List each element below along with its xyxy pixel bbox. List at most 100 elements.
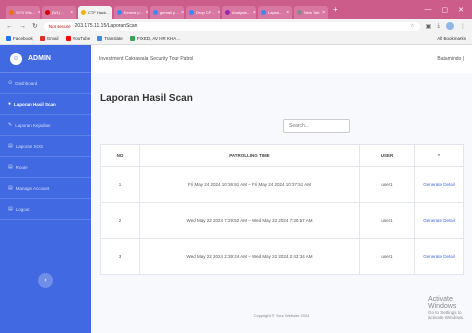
tab-label: New Tab [304, 10, 320, 15]
star-icon[interactable]: ☆ [410, 23, 414, 29]
profile-avatar[interactable] [446, 22, 454, 30]
close-tab-icon[interactable]: × [217, 10, 220, 16]
close-tab-icon[interactable]: × [181, 10, 184, 16]
sidebar-menu: ⊙ Dashboard ● Laporan Hasil Scan ✎ Laporan Ke… [0, 73, 91, 220]
sidebar-item-laporan-sos[interactable]: ▤ Laporan SOS [0, 136, 91, 157]
browser-tab[interactable]: SYS Wis… × [6, 6, 40, 19]
window-controls: — ▢ ✕ [425, 6, 472, 14]
extensions-icon[interactable]: ▣ [426, 23, 432, 30]
topbar: Investment Cakrawala Security Tour Patro… [91, 45, 472, 73]
not-secure-badge[interactable]: Not secure [49, 24, 71, 29]
cell-patrolling-time: Wed May 22 2024 7:29:52 AM – Wed May 22 … [139, 202, 360, 239]
cell-no: 2 [100, 202, 140, 239]
footer-copyright: Copyright © Your Website 2024 [253, 313, 310, 318]
browser-tab[interactable]: Lapsa… × [258, 6, 292, 19]
dashboard-icon: ⊙ [8, 80, 13, 86]
sidebar-item-laporan-hasil-scan[interactable]: ● Laporan Hasil Scan [0, 94, 91, 115]
sidebar-item-label: Laporan Hasil Scan [14, 101, 56, 107]
cell-user: user1 [359, 238, 415, 275]
tab-favicon-icon [81, 10, 86, 15]
cell-patrolling-time: Wed May 22 2024 2:39:24 AM – Wed May 22 … [139, 238, 360, 275]
close-tab-icon[interactable]: × [322, 10, 325, 16]
sidebar-brand[interactable]: ☺ ADMIN [0, 45, 91, 73]
browser-tab[interactable]: (5/1)… × [42, 6, 76, 19]
bookmark-item[interactable]: FIXED, AV HR KHA… [129, 36, 181, 41]
sidebar-toggle-button[interactable]: ‹ [38, 273, 53, 288]
logout-icon: ▤ [8, 206, 13, 212]
generate-detail-link[interactable]: Generate Detail [423, 218, 455, 223]
menu-icon[interactable]: ⋮ [460, 23, 466, 30]
address-bar[interactable]: Not secure 203.175.11.15/LaporanScan ☆ [43, 21, 420, 31]
bookmarks-bar: Facebook Gmail YouTube Translate FIXED, AV H… [0, 33, 472, 45]
account-icon: ▤ [8, 185, 13, 191]
browser-tab[interactable]: Kenesi p… × [114, 6, 148, 19]
tab-favicon-icon [225, 10, 230, 15]
sos-icon: ▤ [8, 143, 13, 149]
bookmark-favicon-icon [97, 36, 103, 41]
sidebar-item-route[interactable]: ▤ Route [0, 157, 91, 178]
close-tab-icon[interactable]: × [146, 10, 148, 16]
cell-no: 1 [100, 166, 140, 203]
main-content: Laporan Hasil Scan Search... NO PATROLLI… [91, 73, 472, 333]
close-window-icon[interactable]: ✕ [458, 6, 464, 14]
column-header-no[interactable]: NO [100, 144, 140, 167]
browser-tab[interactable]: gemail p… × [150, 6, 184, 19]
tab-label: Analysis… [232, 10, 251, 15]
bookmark-item[interactable]: Facebook [6, 36, 33, 41]
back-icon[interactable]: ← [6, 23, 13, 30]
tab-label: Drop CP… [196, 10, 216, 15]
bookmark-item[interactable]: Translate [97, 36, 123, 41]
minimize-icon[interactable]: — [425, 6, 432, 14]
tab-favicon-icon [9, 10, 14, 15]
column-header-user[interactable]: USER [359, 144, 415, 167]
all-bookmarks[interactable]: All Bookmarks [437, 36, 466, 41]
close-tab-icon[interactable]: × [70, 10, 73, 16]
cell-no: 3 [100, 238, 140, 275]
sidebar-item-label: Laporan SOS [15, 143, 44, 149]
sidebar-item-logout[interactable]: ▤ Logout [0, 199, 91, 220]
browser-tab[interactable]: CTF Hack…× [78, 6, 112, 19]
close-tab-icon[interactable]: × [38, 10, 40, 16]
table-row: 1 Fri May 24 2024 10:36:91 AM – Fri May 2… [100, 166, 464, 203]
page-title: Laporan Hasil Scan [100, 93, 193, 104]
sidebar-item-label: Route [15, 164, 28, 170]
bookmark-label: Gmail [46, 36, 59, 41]
column-header-patrolling-time[interactable]: PATROLLING TIME [139, 144, 360, 167]
reload-icon[interactable]: ↻ [32, 22, 38, 30]
search-input[interactable]: Search... [283, 119, 350, 133]
table-header-row: NO PATROLLING TIME USER * [100, 144, 464, 167]
tab-label: CTF Hack… [88, 10, 110, 15]
bookmark-favicon-icon [129, 36, 135, 41]
table-row: 3 Wed May 22 2024 2:39:24 AM – Wed May 22… [100, 238, 464, 275]
generate-detail-link[interactable]: Generate Detail [423, 254, 455, 259]
watermark-title: Activate Windows [428, 296, 457, 310]
new-tab-button[interactable]: + [333, 5, 338, 14]
tab-favicon-icon [261, 10, 266, 15]
bookmark-label: FIXED, AV HR KHA… [136, 36, 181, 41]
sidebar: ☺ ADMIN ⊙ Dashboard ● Laporan Hasil Scan ✎ La… [0, 45, 91, 333]
app-title: Investment Cakrawala Security Tour Patro… [99, 56, 194, 62]
column-header-action[interactable]: * [414, 144, 464, 167]
browser-tab[interactable]: Drop CP… × [186, 6, 220, 19]
sidebar-item-label: Laporan Kejadian [15, 122, 51, 128]
close-tab-icon[interactable]: × [253, 10, 256, 16]
bookmark-item[interactable]: Gmail [39, 36, 59, 41]
close-tab-icon[interactable]: × [286, 10, 289, 16]
tab-favicon-icon [45, 10, 50, 15]
maximize-icon[interactable]: ▢ [442, 6, 449, 14]
tab-favicon-icon [117, 10, 122, 15]
browser-tab[interactable]: New Tab × [294, 6, 328, 19]
forward-icon[interactable]: → [19, 23, 26, 30]
route-icon: ▤ [8, 164, 13, 170]
download-icon[interactable]: ⤓ [437, 23, 440, 30]
bookmark-item[interactable]: YouTube [65, 36, 91, 41]
sidebar-item-manage-account[interactable]: ▤ Manage Account [0, 178, 91, 199]
sidebar-item-dashboard[interactable]: ⊙ Dashboard [0, 73, 91, 94]
brand-label: ADMIN [28, 55, 51, 62]
user-menu[interactable]: Batamindo | [437, 56, 464, 62]
browser-tab[interactable]: Analysis… × [222, 6, 256, 19]
generate-detail-link[interactable]: Generate Detail [423, 182, 455, 187]
tab-label: (5/1)… [52, 10, 65, 15]
sidebar-item-laporan-kejadian[interactable]: ✎ Laporan Kejadian [0, 115, 91, 136]
bookmark-label: YouTube [72, 36, 91, 41]
